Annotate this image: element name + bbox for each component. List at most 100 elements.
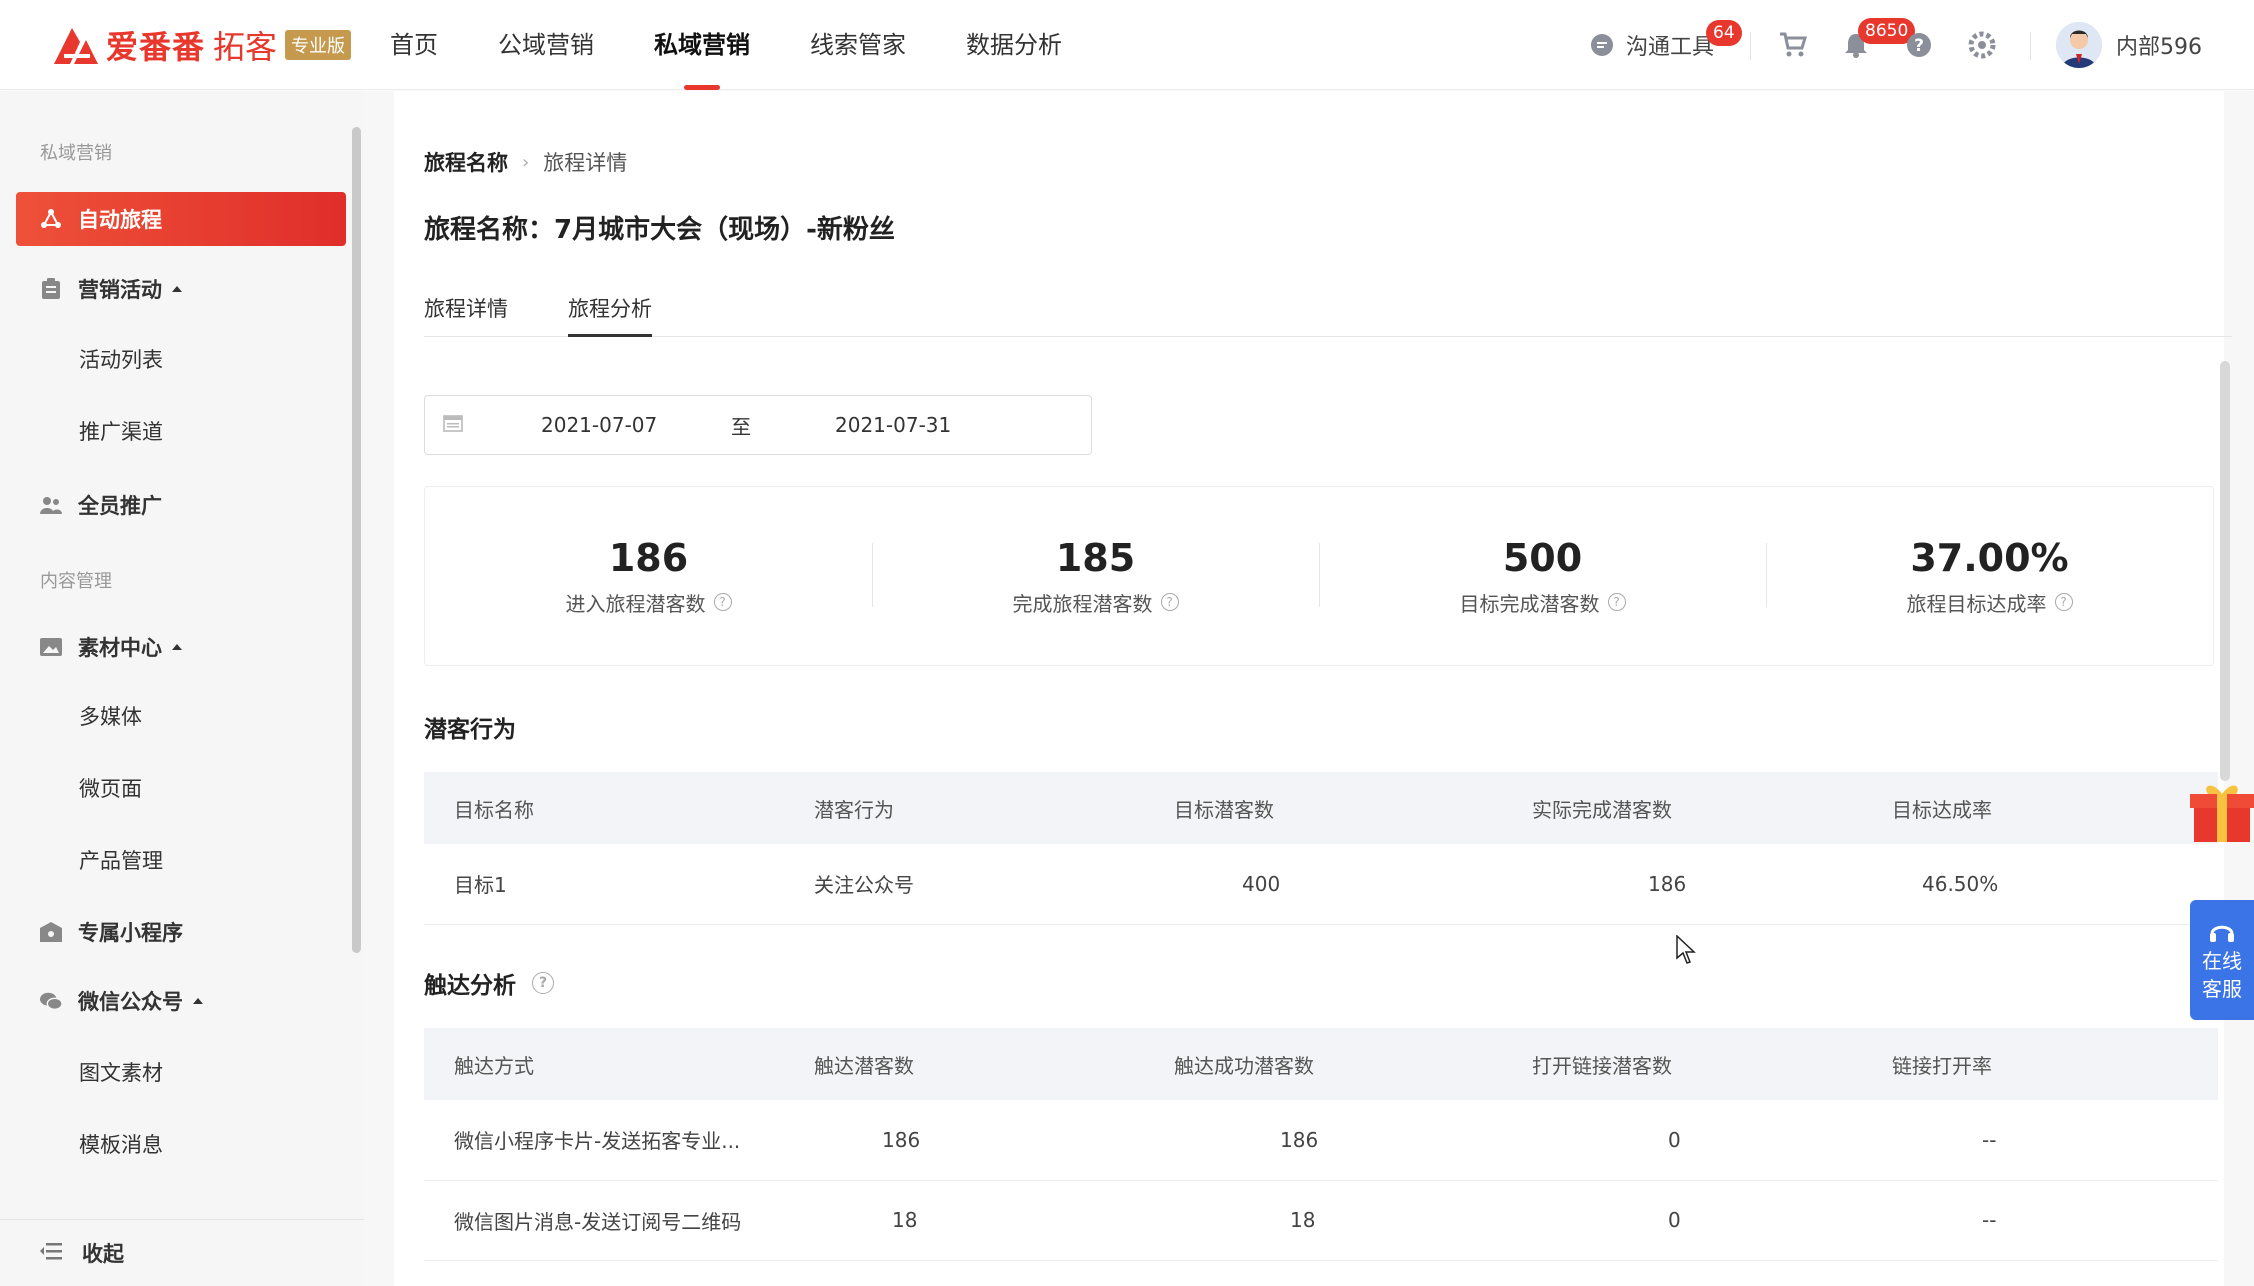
breadcrumb-parent[interactable]: 旅程名称 — [424, 147, 508, 177]
divider — [2030, 32, 2031, 60]
column-header: 打开链接潜客数 — [1502, 1028, 1862, 1100]
stat-label: 完成旅程潜客数 — [1012, 591, 1153, 616]
sidebar-section-content-mgmt: 内容管理 — [40, 571, 112, 592]
caret-up-icon — [193, 998, 203, 1004]
table-cell: 46.50% — [1862, 844, 2218, 925]
chevron-right-icon: › — [522, 151, 530, 173]
reach-table: 触达方式 触达潜客数 触达成功潜客数 打开链接潜客数 链接打开率 微信小程序卡片… — [424, 1028, 2218, 1261]
service-label-line1: 在线 — [2202, 949, 2242, 973]
breadcrumb-current: 旅程详情 — [543, 151, 628, 175]
breadcrumb: 旅程名称 › 旅程详情 — [424, 147, 627, 177]
sidebar-item-multimedia[interactable]: 多媒体 — [79, 701, 142, 731]
sidebar-item-label: 微信公众号 — [78, 990, 183, 1014]
reach-success-link[interactable]: 18 — [1144, 1180, 1502, 1261]
chat-badge: 64 — [1706, 20, 1742, 46]
nav-private-marketing[interactable]: 私域营销 — [654, 0, 750, 90]
stat-label-row: 目标完成潜客数 ? — [1460, 588, 1626, 617]
wechat-icon — [40, 990, 62, 1012]
sidebar-item-micro-page[interactable]: 微页面 — [79, 773, 142, 803]
column-header: 目标潜客数 — [1144, 772, 1502, 844]
help-icon[interactable]: ? — [532, 972, 554, 994]
help-icon[interactable]: ? — [1607, 593, 1626, 611]
notification-button[interactable]: 8650 — [1844, 0, 1916, 90]
column-header: 链接打开率 — [1862, 1028, 2218, 1100]
svg-text:?: ? — [1914, 36, 1924, 56]
sidebar-item-image-text[interactable]: 图文素材 — [79, 1057, 163, 1087]
table-row: 微信小程序卡片-发送拓客专业... 186 186 0 -- — [424, 1100, 2218, 1181]
sidebar-item-material-center[interactable]: 素材中心 — [16, 620, 346, 674]
sidebar-item-mini-program[interactable]: 专属小程序 — [16, 905, 346, 959]
column-header: 实际完成潜客数 — [1502, 772, 1862, 844]
nav-public-marketing[interactable]: 公域营销 — [498, 0, 594, 90]
edition-badge: 专业版 — [285, 30, 352, 60]
table-header-row: 目标名称 潜客行为 目标潜客数 实际完成潜客数 目标达成率 — [424, 772, 2218, 844]
settings-button[interactable] — [1968, 0, 1996, 90]
help-icon[interactable]: ? — [2054, 593, 2073, 611]
sidebar-item-all-staff-promo[interactable]: 全员推广 — [16, 478, 346, 532]
table-header-row: 触达方式 触达潜客数 触达成功潜客数 打开链接潜客数 链接打开率 — [424, 1028, 2218, 1100]
nav-lead-manager[interactable]: 线索管家 — [810, 0, 906, 90]
tab-journey-detail[interactable]: 旅程详情 — [424, 293, 508, 337]
stats-panel: 186 进入旅程潜客数 ? 185 完成旅程潜客数 ? 500 目标完成潜客数 … — [424, 486, 2214, 666]
section-title-behavior: 潜客行为 — [424, 710, 516, 744]
stat-entered: 186 进入旅程潜客数 ? — [425, 487, 872, 665]
sidebar-item-promo-channel[interactable]: 推广渠道 — [79, 416, 163, 446]
sidebar-item-label: 营销活动 — [78, 278, 162, 302]
calendar-icon — [443, 413, 465, 437]
sidebar-item-marketing-activity[interactable]: 营销活动 — [16, 262, 346, 316]
column-header: 触达潜客数 — [784, 1028, 1144, 1100]
reach-count-link[interactable]: 18 — [784, 1180, 1144, 1261]
nav-home[interactable]: 首页 — [390, 0, 438, 90]
help-button[interactable]: ? — [1906, 0, 1932, 90]
cart-button[interactable] — [1779, 0, 1807, 90]
date-start-input[interactable]: 2021-07-07 — [541, 413, 657, 437]
main-area: 旅程名称 › 旅程详情 旅程名称：7月城市大会（现场）-新粉丝 旅程详情 旅程分… — [364, 91, 2254, 1286]
sidebar-item-label: 专属小程序 — [78, 921, 183, 945]
stat-target: 500 目标完成潜客数 ? — [1319, 487, 1766, 665]
sidebar-item-activity-list[interactable]: 活动列表 — [79, 344, 163, 374]
reach-count-link[interactable]: 186 — [784, 1100, 1144, 1181]
stat-value: 186 — [608, 535, 689, 580]
online-service-button[interactable]: 在线 客服 — [2190, 900, 2254, 1020]
sidebar-item-auto-journey[interactable]: 自动旅程 — [16, 192, 346, 246]
user-menu[interactable]: 内部596 — [2056, 0, 2202, 90]
open-link-count-link[interactable]: 0 — [1502, 1180, 1862, 1261]
caret-up-icon — [172, 286, 182, 292]
reach-success-link[interactable]: 186 — [1144, 1100, 1502, 1181]
page-title: 旅程名称：7月城市大会（现场）-新粉丝 — [424, 215, 895, 245]
sidebar-item-product-mgmt[interactable]: 产品管理 — [79, 845, 163, 875]
date-separator: 至 — [731, 414, 751, 439]
brand-product: 拓客 — [213, 28, 278, 66]
table-cell: 微信小程序卡片-发送拓客专业... — [424, 1100, 784, 1181]
top-bar: 爱番番 拓客 专业版 首页 公域营销 私域营销 线索管家 数据分析 沟通工具 6… — [0, 0, 2254, 90]
table-cell: 微信图片消息-发送订阅号二维码 — [424, 1180, 784, 1261]
stat-value: 37.00% — [1910, 535, 2069, 580]
tab-journey-analysis[interactable]: 旅程分析 — [568, 293, 652, 337]
brand-name: 爱番番 — [106, 28, 206, 66]
brand-logo[interactable]: 爱番番 拓客 专业版 — [50, 22, 352, 68]
sidebar-collapse-button[interactable]: 收起 — [0, 1219, 364, 1286]
gift-button[interactable] — [2188, 778, 2254, 844]
content-panel: 旅程名称 › 旅程详情 旅程名称：7月城市大会（现场）-新粉丝 旅程详情 旅程分… — [394, 91, 2232, 1286]
top-nav: 首页 公域营销 私域营销 线索管家 数据分析 — [390, 0, 1122, 90]
sidebar: 私域营销 自动旅程 营销活动 活动列表 推广渠道 全员推广 内容管理 素材中心 … — [0, 91, 364, 1286]
sidebar-scrollbar[interactable] — [352, 127, 361, 953]
table-cell: 186 — [1502, 844, 1862, 925]
column-header: 目标达成率 — [1862, 772, 2218, 844]
nav-data-analysis[interactable]: 数据分析 — [966, 0, 1062, 90]
chat-tool-button[interactable]: 沟通工具 64 — [1590, 0, 1742, 90]
table-row: 微信图片消息-发送订阅号二维码 18 18 0 -- — [424, 1180, 2218, 1261]
help-icon[interactable]: ? — [1160, 593, 1179, 611]
sidebar-section-private-marketing: 私域营销 — [40, 143, 112, 164]
content-scrollbar[interactable] — [2220, 361, 2230, 781]
sidebar-item-template-msg[interactable]: 模板消息 — [79, 1129, 163, 1159]
column-header: 触达成功潜客数 — [1144, 1028, 1502, 1100]
sidebar-item-wechat-official[interactable]: 微信公众号 — [16, 974, 346, 1028]
date-end-input[interactable]: 2021-07-31 — [835, 413, 951, 437]
date-range-picker[interactable]: 2021-07-07 至 2021-07-31 — [424, 395, 1092, 455]
people-icon — [40, 494, 62, 516]
open-link-count-link[interactable]: 0 — [1502, 1100, 1862, 1181]
stat-completed: 185 完成旅程潜客数 ? — [872, 487, 1319, 665]
image-icon — [40, 636, 62, 658]
help-icon[interactable]: ? — [713, 593, 732, 611]
